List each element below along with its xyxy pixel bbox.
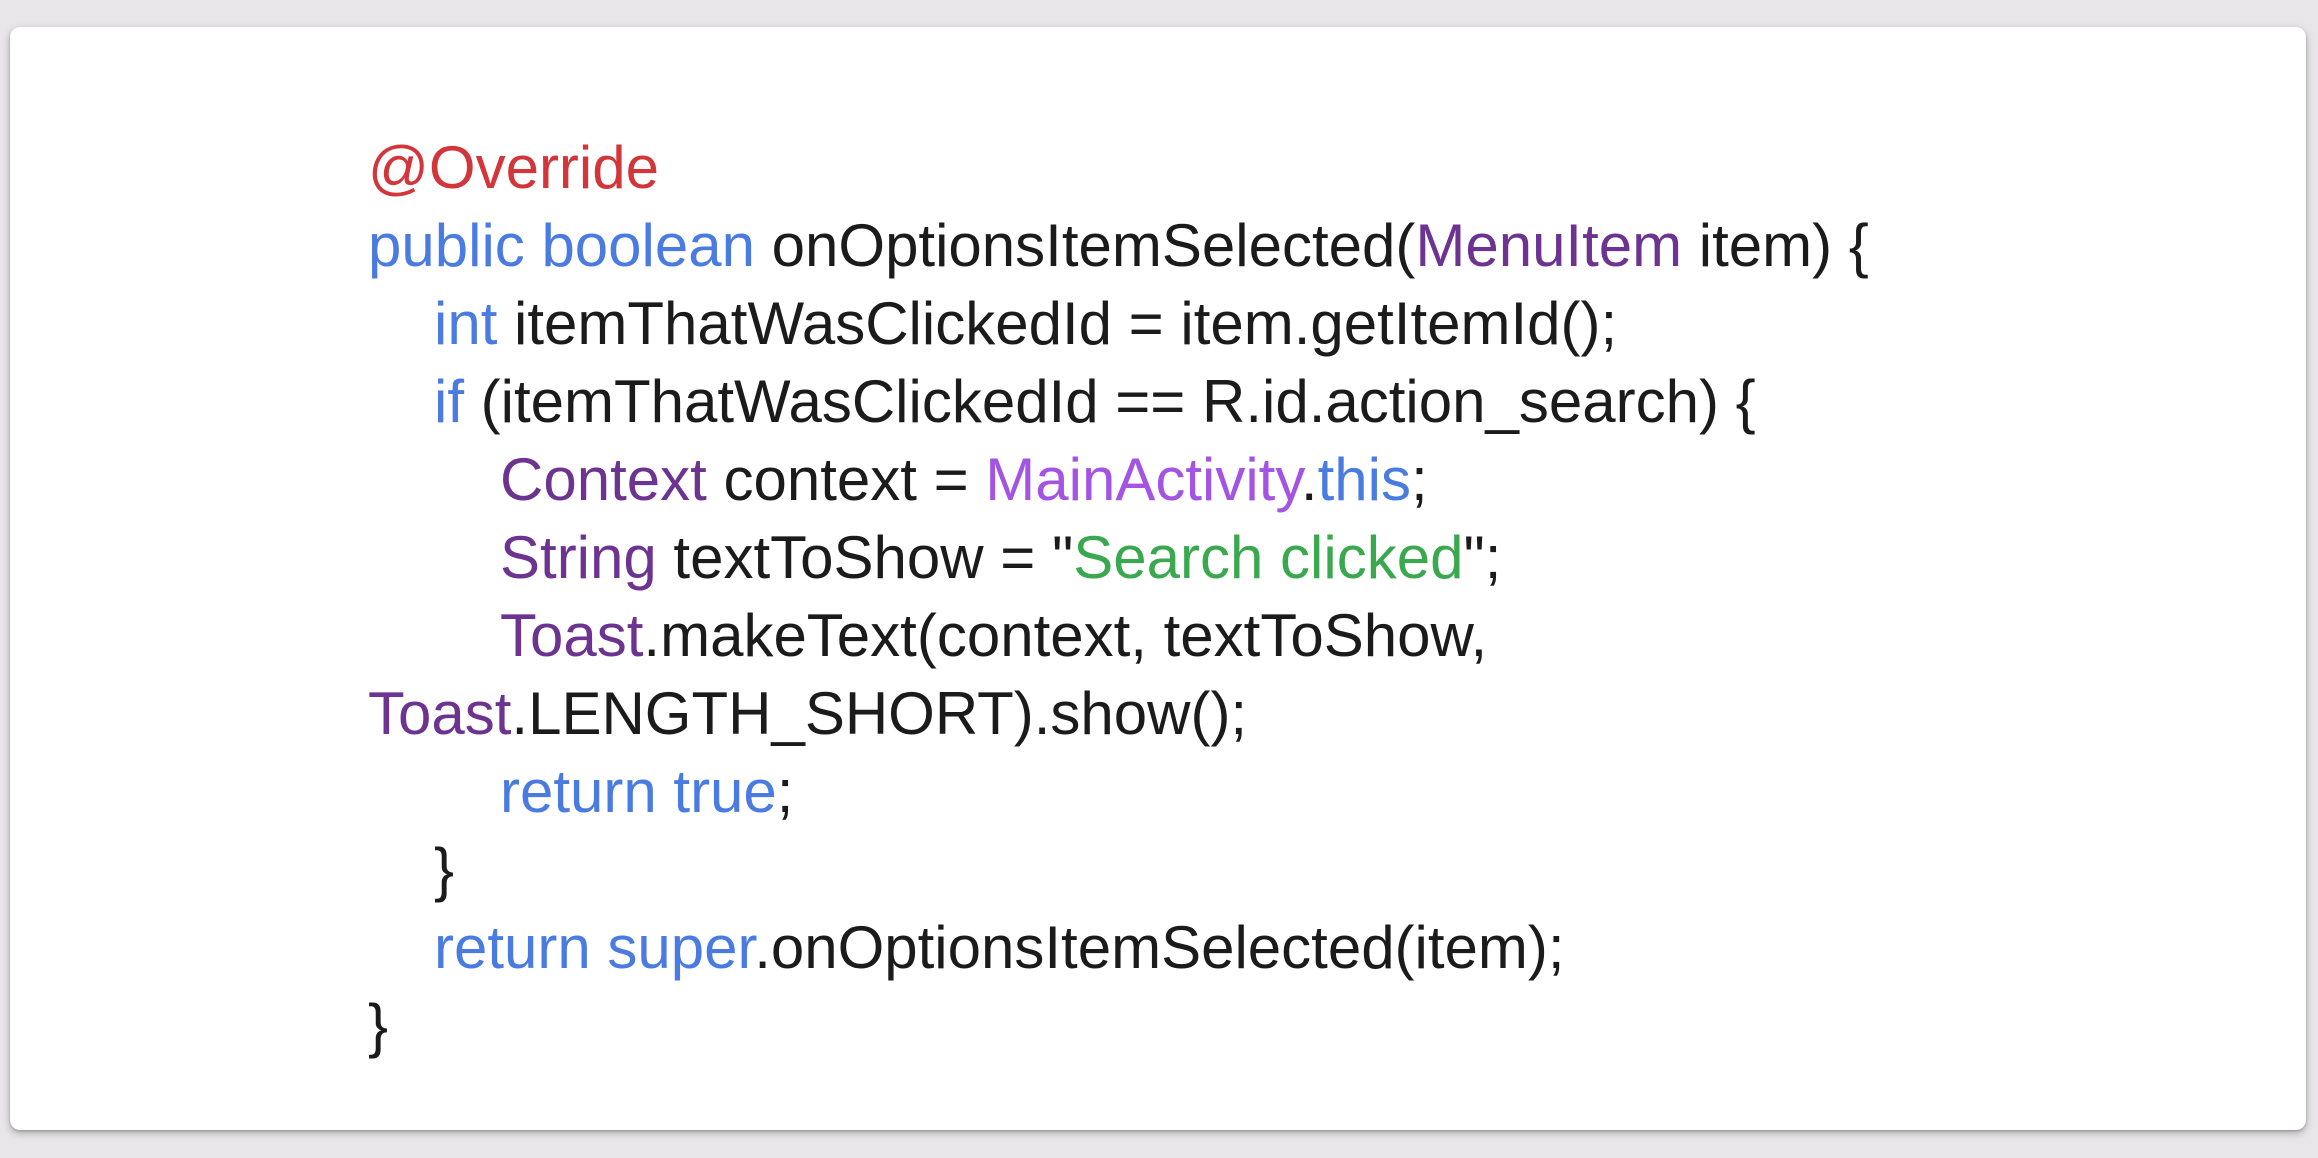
code-token-keyword: public boolean [368,212,755,279]
code-token-type: Toast [500,602,644,669]
code-token-plain: .LENGTH_SHORT).show(); [511,680,1248,747]
code-line: Toast.makeText(context, textToShow, [368,597,1869,675]
code-token-keyword: return super [434,914,755,981]
slide-card: @Override public boolean onOptionsItemSel… [10,27,2306,1130]
code-token-plain: .makeText(context, textToShow, [643,602,1488,669]
code-token-plain: "; [1463,524,1502,591]
code-line: int itemThatWasClickedId = item.getItemI… [368,285,1869,363]
code-token-type: MenuItem [1415,212,1683,279]
code-token-type: String [500,524,657,591]
code-block: @Override public boolean onOptionsItemSel… [368,129,1869,1065]
code-token-plain: context = [706,446,986,513]
code-token-plain: (itemThatWasClickedId == R.id.action_sea… [464,368,1756,435]
code-token-keyword: if [434,368,464,435]
code-line: Toast.LENGTH_SHORT).show(); [368,675,1869,753]
code-line: if (itemThatWasClickedId == R.id.action_… [368,363,1869,441]
code-token-plain: itemThatWasClickedId = item.getItemId(); [497,290,1618,357]
code-line: } [368,831,1869,909]
code-token-keyword: return true [500,758,777,825]
code-token-plain: ; [776,758,794,825]
code-token-plain: . [1300,446,1318,513]
code-line: String textToShow = "Search clicked"; [368,519,1869,597]
code-line: } [368,987,1869,1065]
code-line: Context context = MainActivity.this; [368,441,1869,519]
code-token-plain: } [434,836,455,903]
code-line: @Override [368,129,1869,207]
code-token-plain: onOptionsItemSelected( [754,212,1416,279]
code-token-plain: textToShow = " [656,524,1074,591]
code-line: return super.onOptionsItemSelected(item)… [368,909,1869,987]
code-token-plain: } [368,992,389,1059]
code-token-string: Search clicked [1073,524,1464,591]
code-token-type: Toast [368,680,512,747]
code-token-plain: .onOptionsItemSelected(item); [754,914,1565,981]
code-token-keyword: int [434,290,498,357]
code-token-annotation: @Override [368,134,659,201]
code-token-plain: item) { [1682,212,1869,279]
code-line: public boolean onOptionsItemSelected(Men… [368,207,1869,285]
code-token-class-ref: MainActivity [985,446,1301,513]
code-token-keyword: this [1317,446,1411,513]
code-token-type: Context [500,446,707,513]
code-token-plain: ; [1410,446,1428,513]
code-line: return true; [368,753,1869,831]
